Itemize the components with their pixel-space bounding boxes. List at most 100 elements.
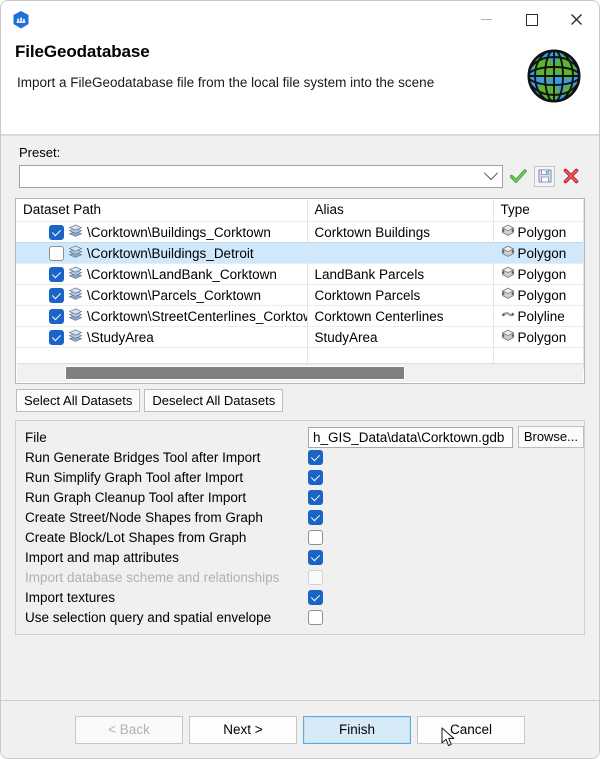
- finish-button[interactable]: Finish: [303, 715, 411, 744]
- cell-dataset-path: \Corktown\Buildings_Corktown: [16, 221, 308, 243]
- file-path-input[interactable]: h_GIS_Data\data\Corktown.gdb: [308, 426, 513, 448]
- cell-dataset-path: \Corktown\StreetCenterlines_Corktown: [16, 305, 308, 327]
- type-text: Polygon: [517, 287, 567, 303]
- option-row[interactable]: Import database scheme and relationships: [16, 567, 584, 587]
- table-header-row: Dataset Path Alias Type: [16, 199, 584, 222]
- cell-type: Polygon: [493, 284, 584, 306]
- cell-alias: [307, 242, 494, 264]
- option-checkbox-1[interactable]: [308, 469, 323, 485]
- column-header-type[interactable]: Type: [493, 199, 584, 222]
- page-title: FileGeodatabase: [15, 42, 150, 61]
- type-text: Polygon: [517, 224, 567, 240]
- minimize-button[interactable]: [464, 1, 509, 38]
- option-checkbox-4[interactable]: [308, 529, 323, 545]
- cell-alias: Corktown Centerlines: [307, 305, 494, 327]
- maximize-button[interactable]: [509, 1, 554, 38]
- option-row[interactable]: Run Simplify Graph Tool after Import: [16, 467, 584, 487]
- layer-stack-icon: [68, 307, 83, 325]
- option-row[interactable]: Import textures: [16, 587, 584, 607]
- dataset-path-text: \Corktown\LandBank_Corktown: [87, 266, 277, 282]
- cell-alias: LandBank Parcels: [307, 263, 494, 285]
- option-row[interactable]: Run Graph Cleanup Tool after Import: [16, 487, 584, 507]
- option-checkbox-list: Run Generate Bridges Tool after Import Ru…: [16, 447, 584, 627]
- option-checkbox-2[interactable]: [308, 489, 323, 505]
- preset-delete-button[interactable]: [560, 166, 581, 187]
- preset-label: Preset:: [19, 145, 61, 160]
- dialog-body: Preset: Dataset Path Alias Type \Corktow…: [1, 135, 599, 700]
- preset-save-button[interactable]: [534, 165, 555, 187]
- cell-type: Polygon: [493, 326, 584, 348]
- cell-alias: Corktown Parcels: [307, 284, 494, 306]
- column-header-alias[interactable]: Alias: [307, 199, 494, 222]
- option-label: Run Graph Cleanup Tool after Import: [25, 489, 247, 505]
- preset-apply-button[interactable]: [508, 166, 529, 187]
- option-checkbox-7[interactable]: [308, 589, 323, 605]
- file-label: File: [25, 429, 47, 445]
- option-checkbox-5[interactable]: [308, 549, 323, 565]
- option-label: Import database scheme and relationships: [25, 569, 280, 585]
- option-checkbox-3[interactable]: [308, 509, 323, 525]
- option-label: Import and map attributes: [25, 549, 179, 565]
- polygon-geometry-icon: [501, 245, 515, 261]
- type-text: Polygon: [517, 266, 567, 282]
- cell-alias: StudyArea: [307, 326, 494, 348]
- dataset-checkbox-5[interactable]: [49, 329, 64, 345]
- table-row[interactable]: \Corktown\Buildings_Detroit Polygon: [16, 242, 584, 264]
- next-button[interactable]: Next >: [189, 715, 297, 744]
- layer-stack-icon: [68, 265, 83, 283]
- cell-type: Polygon: [493, 221, 584, 243]
- option-label: Run Simplify Graph Tool after Import: [25, 469, 244, 485]
- option-row[interactable]: Create Street/Node Shapes from Graph: [16, 507, 584, 527]
- option-row[interactable]: Use selection query and spatial envelope: [16, 607, 584, 627]
- dataset-checkbox-0[interactable]: [49, 224, 64, 240]
- preset-row: [19, 163, 599, 189]
- cancel-button[interactable]: Cancel: [417, 715, 525, 744]
- table-row[interactable]: \Corktown\Parcels_Corktown Corktown Parce…: [16, 284, 584, 306]
- dataset-selection-buttons: Select All Datasets Deselect All Dataset…: [16, 389, 599, 412]
- table-body: \Corktown\Buildings_Corktown Corktown Bui…: [16, 221, 584, 369]
- file-row: File h_GIS_Data\data\Corktown.gdb Browse…: [16, 426, 584, 448]
- select-all-datasets-button[interactable]: Select All Datasets: [16, 389, 141, 412]
- esri-cityengine-icon: [10, 9, 32, 31]
- cell-type: Polyline: [493, 305, 584, 327]
- browse-button[interactable]: Browse...: [517, 426, 584, 448]
- options-panel: File h_GIS_Data\data\Corktown.gdb Browse…: [15, 420, 585, 635]
- table-row[interactable]: \Corktown\Buildings_Corktown Corktown Bui…: [16, 221, 584, 243]
- deselect-all-datasets-button[interactable]: Deselect All Datasets: [144, 389, 284, 412]
- polygon-geometry-icon: [501, 329, 515, 345]
- table-header: Dataset Path Alias Type: [16, 199, 584, 222]
- option-checkbox-8[interactable]: [308, 609, 323, 625]
- option-row[interactable]: Create Block/Lot Shapes from Graph: [16, 527, 584, 547]
- option-label: Import textures: [25, 589, 116, 605]
- dialog-footer: < Back Next > Finish Cancel: [1, 700, 599, 758]
- option-checkbox-0[interactable]: [308, 449, 323, 465]
- option-row[interactable]: Import and map attributes: [16, 547, 584, 567]
- polygon-geometry-icon: [501, 287, 515, 303]
- dataset-checkbox-1[interactable]: [49, 245, 64, 261]
- cell-type: Polygon: [493, 242, 584, 264]
- cell-alias: Corktown Buildings: [307, 221, 494, 243]
- column-header-dataset-path[interactable]: Dataset Path: [16, 199, 308, 222]
- scrollbar-thumb[interactable]: [65, 366, 405, 380]
- dataset-checkbox-4[interactable]: [49, 308, 64, 324]
- dataset-path-text: \Corktown\Buildings_Detroit: [87, 245, 254, 261]
- option-label: Use selection query and spatial envelope: [25, 609, 272, 625]
- cell-dataset-path: \Corktown\LandBank_Corktown: [16, 263, 308, 285]
- dataset-checkbox-2[interactable]: [49, 266, 64, 282]
- title-bar: [1, 1, 599, 38]
- dataset-path-text: \StudyArea: [87, 329, 154, 345]
- preset-combobox[interactable]: [19, 164, 503, 188]
- table-row[interactable]: \Corktown\LandBank_Corktown LandBank Parc…: [16, 263, 584, 285]
- dataset-checkbox-3[interactable]: [49, 287, 64, 303]
- option-row[interactable]: Run Generate Bridges Tool after Import: [16, 447, 584, 467]
- close-button[interactable]: [554, 1, 599, 38]
- option-label: Create Street/Node Shapes from Graph: [25, 509, 263, 525]
- dataset-table-inner: Dataset Path Alias Type \Corktown\Buildi…: [16, 199, 584, 369]
- table-row[interactable]: \StudyArea StudyArea Polygon: [16, 326, 584, 348]
- table-row[interactable]: \Corktown\StreetCenterlines_Corktown Cork…: [16, 305, 584, 327]
- type-text: Polyline: [517, 308, 565, 324]
- cell-dataset-path: \Corktown\Buildings_Detroit: [16, 242, 308, 264]
- back-button[interactable]: < Back: [75, 715, 183, 744]
- dataset-table[interactable]: Dataset Path Alias Type \Corktown\Buildi…: [15, 198, 585, 384]
- horizontal-scrollbar[interactable]: [17, 363, 583, 382]
